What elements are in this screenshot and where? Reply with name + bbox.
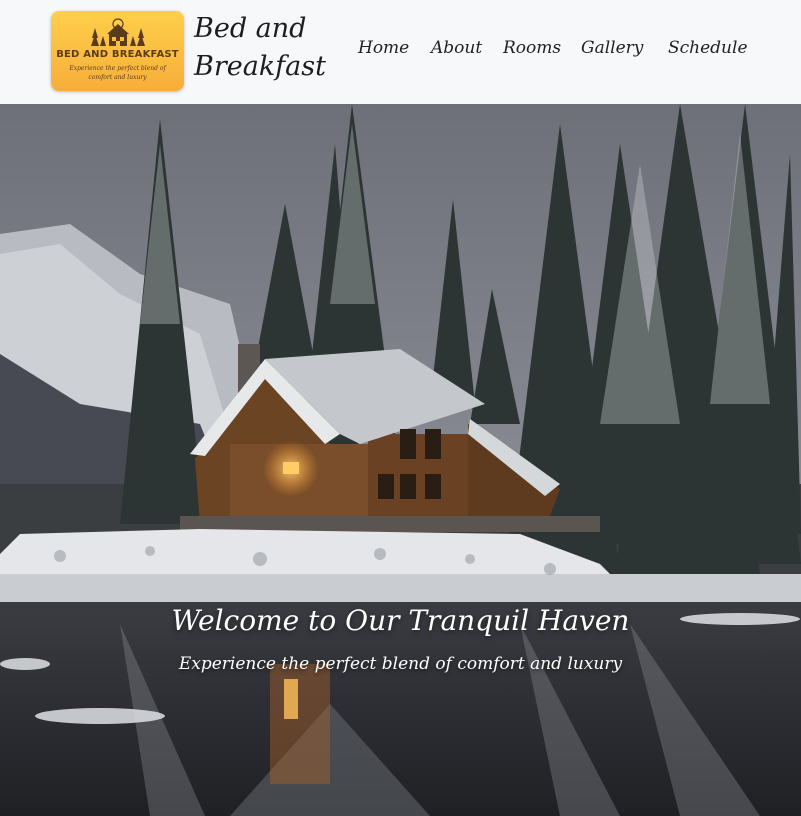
logo-tagline: Experience the perfect blend of comfort … [69,65,166,81]
cabin-logo-icon [91,18,145,46]
hero-subheading: Experience the perfect blend of comfort … [178,654,623,674]
hero-heading: Welcome to Our Tranquil Haven [171,604,630,637]
site-header: BED AND BREAKFAST Experience the perfect… [0,0,801,104]
logo[interactable]: BED AND BREAKFAST Experience the perfect… [51,11,184,91]
nav-schedule-link[interactable]: Schedule [668,38,748,58]
nav-rooms-link[interactable]: Rooms [503,38,561,58]
nav-gallery-link[interactable]: Gallery [581,38,643,58]
nav-about-link[interactable]: About [431,38,482,58]
site-title: Bed and Breakfast [194,13,326,82]
nav-home-link[interactable]: Home [358,38,409,58]
hero-image [0,104,801,816]
hero-section: Welcome to Our Tranquil Haven Experience… [0,104,801,816]
logo-title: BED AND BREAKFAST [56,49,179,60]
